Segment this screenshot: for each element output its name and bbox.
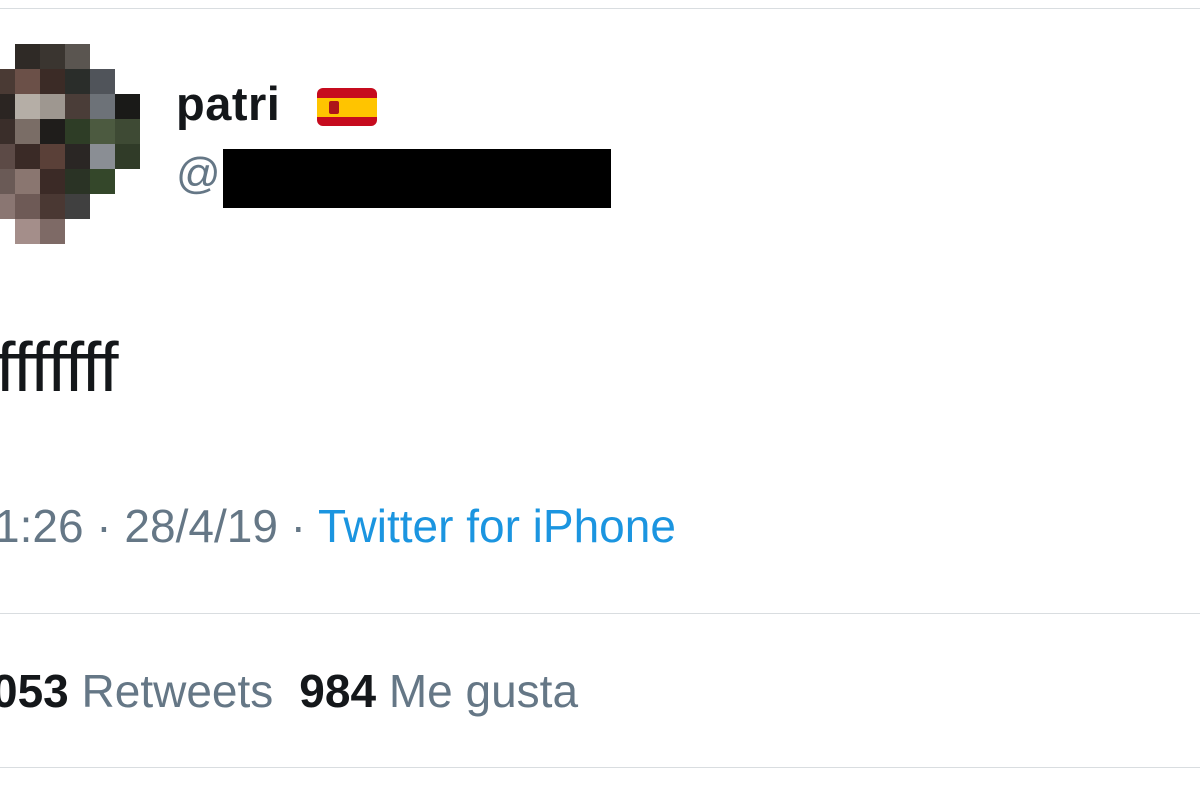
avatar-pixel — [115, 69, 140, 94]
avatar-pixel — [0, 44, 15, 69]
handle-prefix[interactable]: @ — [176, 152, 221, 196]
avatar-pixel — [40, 44, 65, 69]
redacted-handle — [223, 149, 611, 208]
avatar-pixel — [65, 119, 90, 144]
avatar-pixel — [115, 44, 140, 69]
tweet-source-link[interactable]: Twitter for iPhone — [318, 500, 676, 552]
likes-label: Me gusta — [388, 665, 579, 717]
avatar-pixel — [15, 119, 40, 144]
top-divider — [0, 8, 1200, 9]
avatar-pixel — [0, 119, 15, 144]
avatar-pixel — [90, 219, 115, 244]
avatar-pixel — [40, 119, 65, 144]
likes-count: 984 — [299, 665, 377, 717]
avatar-pixel — [115, 169, 140, 194]
avatar-pixel — [65, 69, 90, 94]
avatar-pixel — [90, 119, 115, 144]
avatar-pixel — [40, 219, 65, 244]
avatar-pixel — [15, 219, 40, 244]
avatar-pixel — [115, 119, 140, 144]
avatar-pixel — [40, 69, 65, 94]
avatar-pixel — [0, 219, 15, 244]
avatar-pixel — [90, 194, 115, 219]
avatar-pixel — [90, 94, 115, 119]
tweet-date[interactable]: 28/4/19 — [124, 500, 277, 552]
avatar-pixel — [15, 194, 40, 219]
avatar-pixel — [90, 144, 115, 169]
tweet-stats: 053 Retweets 984 Me gusta — [0, 668, 578, 714]
avatar-pixel — [65, 94, 90, 119]
avatar-pixel — [65, 44, 90, 69]
avatar-pixel — [15, 144, 40, 169]
avatar-pixel — [15, 94, 40, 119]
display-name[interactable]: patri — [176, 80, 280, 127]
tweet-time: 1:26 — [0, 500, 84, 552]
avatar-pixel — [90, 69, 115, 94]
avatar-pixel — [0, 69, 15, 94]
avatar-pixel — [65, 219, 90, 244]
stats-divider-top — [0, 613, 1200, 614]
avatar-pixel — [40, 144, 65, 169]
avatar-pixel — [0, 144, 15, 169]
retweets-stat[interactable]: 053 Retweets — [0, 665, 273, 717]
likes-stat[interactable]: 984 Me gusta — [299, 665, 578, 717]
avatar-pixel — [65, 144, 90, 169]
avatar-pixel — [15, 44, 40, 69]
avatar-pixel — [90, 44, 115, 69]
retweets-count: 053 — [0, 665, 69, 717]
spain-flag-icon — [317, 88, 377, 126]
avatar-pixel — [40, 194, 65, 219]
avatar-pixel — [115, 94, 140, 119]
retweets-label: Retweets — [81, 665, 274, 717]
avatar-pixel — [40, 94, 65, 119]
avatar-pixel — [115, 194, 140, 219]
avatar-pixel — [115, 144, 140, 169]
avatar-pixel — [15, 69, 40, 94]
avatar-pixel — [0, 94, 15, 119]
tweet-text: fffffff — [0, 328, 119, 406]
avatar-pixel — [115, 219, 140, 244]
avatar-pixel — [65, 194, 90, 219]
avatar-pixel — [65, 169, 90, 194]
tweet-meta: 1:26 · 28/4/19 · Twitter for iPhone — [0, 503, 676, 549]
avatar-pixel — [0, 169, 15, 194]
avatar-pixel — [90, 169, 115, 194]
meta-separator: · — [277, 500, 318, 552]
avatar-pixel — [40, 169, 65, 194]
avatar-pixel — [15, 169, 40, 194]
avatar-pixel — [0, 194, 15, 219]
avatar[interactable] — [0, 44, 140, 246]
meta-separator: · — [83, 500, 125, 552]
stats-divider-bottom — [0, 767, 1200, 768]
